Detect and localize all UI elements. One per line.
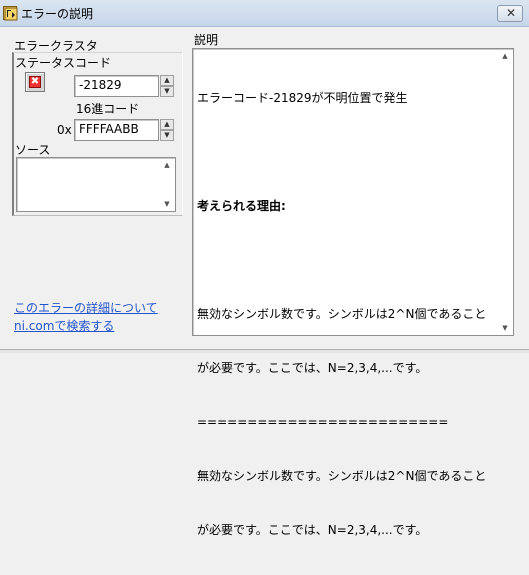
code-field[interactable]: -21829 [74,75,159,97]
title-bar: エラーの説明 ✕ [0,0,529,27]
reason-line-2: が必要です。ここでは、N=2,3,4,...です。 [197,361,428,375]
scroll-down-icon[interactable]: ▼ [160,198,174,210]
status-indicator: ✖ [25,72,45,92]
description-content: エラーコード-21829が不明位置で発生 考えられる理由: 無効なシンボル数です… [197,53,495,575]
description-title: 説明 [194,33,219,47]
close-icon: ✕ [506,6,517,20]
app-icon [3,6,18,21]
ni-search-link[interactable]: ni.comで検索する [14,317,114,334]
source-label: ソース [15,143,51,157]
scroll-up-icon[interactable]: ▲ [498,50,512,62]
window-bottom-edge [0,349,529,353]
separator-line: ========================= [197,415,449,429]
scroll-up-icon[interactable]: ▲ [160,159,174,171]
close-button[interactable]: ✕ [497,5,523,22]
reason-line-1: 無効なシンボル数です。シンボルは2^N個であること [197,307,487,321]
error-detail-link[interactable]: このエラーの詳細について [14,299,158,316]
decrement-icon[interactable]: ▼ [160,130,174,141]
window-title: エラーの説明 [21,7,94,21]
status-code-label: ステータスコード [15,56,112,70]
description-text-area[interactable]: エラーコード-21829が不明位置で発生 考えられる理由: 無効なシンボル数です… [192,48,514,537]
error-line: エラーコード-21829が不明位置で発生 [197,91,408,105]
code-stepper[interactable]: ▲ ▼ [160,75,174,97]
error-x-icon: ✖ [29,76,41,88]
reason-line-3: 無効なシンボル数です。シンボルは2^N個であること [197,469,487,483]
decrement-icon[interactable]: ▼ [160,86,174,97]
hex-prefix-label: 0x [57,123,72,137]
hex-code-stepper[interactable]: ▲ ▼ [160,119,174,141]
increment-icon[interactable]: ▲ [160,75,174,86]
scroll-down-icon[interactable]: ▼ [498,322,512,334]
increment-icon[interactable]: ▲ [160,119,174,130]
reason-line-4: が必要です。ここでは、N=2,3,4,...です。 [197,523,428,537]
source-text-area[interactable]: ▲ ▼ [16,157,176,212]
hex-code-field[interactable]: FFFFAABB [74,119,159,141]
description-scrollbar[interactable]: ▲ ▼ [498,50,512,334]
hex-code-label: 16進コード [76,102,140,116]
reason-heading: 考えられる理由: [197,199,286,213]
source-scrollbar[interactable]: ▲ ▼ [160,159,174,210]
